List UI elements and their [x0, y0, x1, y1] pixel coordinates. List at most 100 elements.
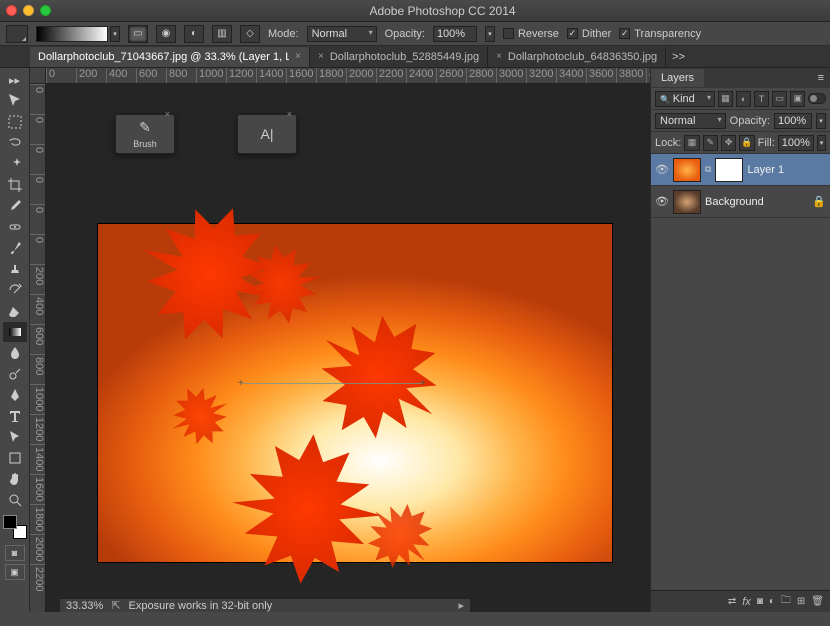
visibility-toggle-icon[interactable]: 👁 — [655, 195, 669, 208]
blend-row: Normal Opacity: 100% ▾ — [651, 110, 830, 132]
dither-checkbox[interactable]: ✓Dither — [567, 28, 611, 40]
gradient-tool[interactable] — [3, 322, 27, 342]
linear-gradient-icon[interactable]: ▭ — [128, 25, 148, 43]
screen-mode-toggle[interactable]: ▣ — [5, 564, 25, 580]
layer-thumbnail[interactable] — [673, 190, 701, 214]
blur-tool[interactable] — [3, 343, 27, 363]
layers-panel: Layers ≡ 🔍 Kind ▦ ◐ T ▭ ▣ Normal Opacity… — [650, 68, 830, 612]
crop-tool[interactable] — [3, 175, 27, 195]
lock-pixels-icon[interactable]: ✎ — [703, 135, 718, 151]
minimize-button[interactable] — [23, 5, 34, 16]
lock-all-icon[interactable]: 🔒 — [739, 135, 754, 151]
gradient-drag-line — [242, 383, 422, 384]
mask-thumbnail[interactable] — [715, 158, 743, 182]
filter-adjust-icon[interactable]: ◐ — [736, 91, 751, 107]
reflected-gradient-icon[interactable]: ▥ — [212, 25, 232, 43]
mask-link-icon[interactable]: ⧉ — [705, 164, 711, 175]
tab-label: Dollarphotoclub_52885449.jpg — [330, 51, 479, 63]
dodge-tool[interactable] — [3, 364, 27, 384]
close-button[interactable] — [6, 5, 17, 16]
visibility-toggle-icon[interactable]: 👁 — [655, 163, 669, 176]
gradient-dropdown[interactable]: ▾ — [110, 26, 120, 42]
layer-name[interactable]: Background — [705, 196, 808, 208]
type-tool[interactable] — [3, 406, 27, 426]
move-tool[interactable] — [3, 91, 27, 111]
brush-tool[interactable] — [3, 238, 27, 258]
layers-list: 👁 ⧉ Layer 1 👁 Background 🔒 — [651, 154, 830, 590]
hand-tool[interactable] — [3, 469, 27, 489]
fill-slider-icon[interactable]: ▾ — [817, 135, 826, 151]
filter-shape-icon[interactable]: ▭ — [772, 91, 787, 107]
diamond-gradient-icon[interactable]: ◇ — [240, 25, 260, 43]
maximize-button[interactable] — [40, 5, 51, 16]
add-mask-icon[interactable]: ◙ — [757, 596, 763, 607]
tab-label: Dollarphotoclub_64836350.jpg — [508, 51, 657, 63]
reverse-checkbox[interactable]: Reverse — [503, 28, 559, 40]
expand-icon[interactable]: ⇱ — [111, 599, 120, 612]
close-tab-icon[interactable]: × — [295, 51, 301, 62]
current-tool-preset[interactable] — [6, 25, 28, 43]
opacity-slider-toggle[interactable]: ▾ — [485, 26, 495, 42]
healing-brush-tool[interactable] — [3, 217, 27, 237]
close-tab-icon[interactable]: × — [496, 51, 502, 62]
zoom-level[interactable]: 33.33% — [66, 600, 103, 612]
blend-mode-select[interactable]: Normal — [307, 26, 377, 42]
layer-blend-select[interactable]: Normal — [655, 113, 726, 129]
layer-row[interactable]: 👁 ⧉ Layer 1 — [651, 154, 830, 186]
tab-label: Dollarphotoclub_71043667.jpg @ 33.3% (La… — [38, 51, 289, 63]
magic-wand-tool[interactable] — [3, 154, 27, 174]
new-layer-icon[interactable]: ⊞ — [797, 596, 805, 607]
filter-kind-select[interactable]: 🔍 Kind — [655, 91, 715, 107]
filter-type-icon[interactable]: T — [754, 91, 769, 107]
layer-opacity-input[interactable]: 100% — [774, 113, 812, 129]
delete-layer-icon[interactable]: 🗑 — [811, 596, 824, 607]
panel-menu-icon[interactable]: ≡ — [812, 72, 830, 84]
layer-style-icon[interactable]: fx — [742, 596, 751, 608]
path-selection-tool[interactable] — [3, 427, 27, 447]
lock-position-icon[interactable]: ✥ — [721, 135, 736, 151]
pen-tool[interactable] — [3, 385, 27, 405]
eraser-tool[interactable] — [3, 301, 27, 321]
layers-tab[interactable]: Layers — [651, 69, 704, 87]
filter-smart-icon[interactable]: ▣ — [790, 91, 805, 107]
window-controls — [6, 5, 51, 16]
panel-tab-bar: Layers ≡ — [651, 68, 830, 88]
layer-thumbnail[interactable] — [673, 158, 701, 182]
document-tab[interactable]: × Dollarphotoclub_64836350.jpg — [488, 47, 666, 67]
foreground-background-colors[interactable] — [3, 515, 27, 539]
eyedropper-tool[interactable] — [3, 196, 27, 216]
vertical-ruler[interactable]: 0000002004006008001000120014001600180020… — [30, 84, 46, 612]
new-group-icon[interactable]: 🗀 — [781, 593, 791, 610]
zoom-tool[interactable] — [3, 490, 27, 510]
horizontal-ruler[interactable]: 0200400600800100012001400160018002000220… — [46, 68, 650, 84]
canvas[interactable] — [98, 224, 612, 562]
link-layers-icon[interactable]: ⇄ — [728, 596, 736, 607]
angle-gradient-icon[interactable]: ◐ — [184, 25, 204, 43]
filter-toggle[interactable] — [808, 93, 826, 104]
layer-name[interactable]: Layer 1 — [747, 164, 826, 176]
marquee-tool[interactable] — [3, 112, 27, 132]
adjustment-layer-icon[interactable]: ◐ — [769, 596, 775, 607]
history-brush-tool[interactable] — [3, 280, 27, 300]
opacity-input[interactable]: 100% — [433, 26, 477, 42]
layer-row[interactable]: 👁 Background 🔒 — [651, 186, 830, 218]
close-tab-icon[interactable]: × — [318, 51, 324, 62]
tabs-toggle-icon[interactable]: ▸▸ — [3, 70, 27, 90]
tabs-overflow-button[interactable]: >> — [666, 51, 691, 63]
foreground-color-swatch[interactable] — [3, 515, 17, 529]
shape-tool[interactable] — [3, 448, 27, 468]
radial-gradient-icon[interactable]: ◉ — [156, 25, 176, 43]
fill-input[interactable]: 100% — [778, 135, 814, 151]
lasso-tool[interactable] — [3, 133, 27, 153]
ruler-origin[interactable] — [30, 68, 46, 84]
transparency-checkbox[interactable]: ✓Transparency — [619, 28, 701, 40]
quick-mask-toggle[interactable]: ◙ — [5, 545, 25, 561]
document-tab[interactable]: × Dollarphotoclub_52885449.jpg — [310, 47, 488, 67]
filter-pixel-icon[interactable]: ▦ — [718, 91, 733, 107]
gradient-picker[interactable] — [36, 26, 108, 42]
clone-stamp-tool[interactable] — [3, 259, 27, 279]
opacity-slider-icon[interactable]: ▾ — [816, 113, 826, 129]
document-tab-active[interactable]: Dollarphotoclub_71043667.jpg @ 33.3% (La… — [30, 47, 310, 67]
lock-transparency-icon[interactable]: ▦ — [684, 135, 699, 151]
status-dropdown-icon[interactable]: ▸ — [458, 599, 464, 612]
